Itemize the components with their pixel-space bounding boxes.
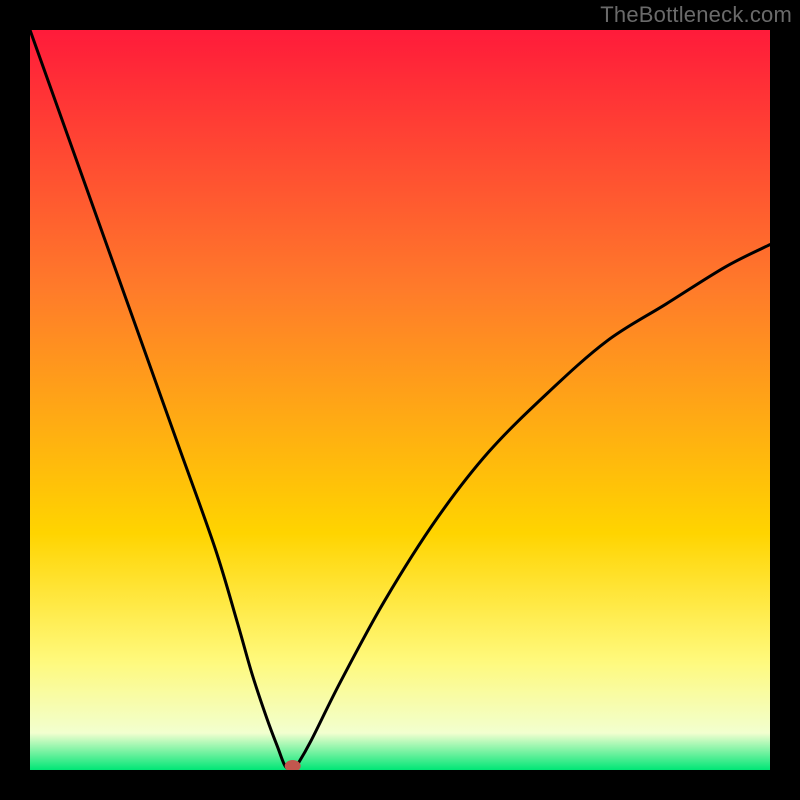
chart-frame: TheBottleneck.com: [0, 0, 800, 800]
bottleneck-chart: [30, 30, 770, 770]
gradient-background: [30, 30, 770, 770]
watermark-text: TheBottleneck.com: [600, 2, 792, 28]
